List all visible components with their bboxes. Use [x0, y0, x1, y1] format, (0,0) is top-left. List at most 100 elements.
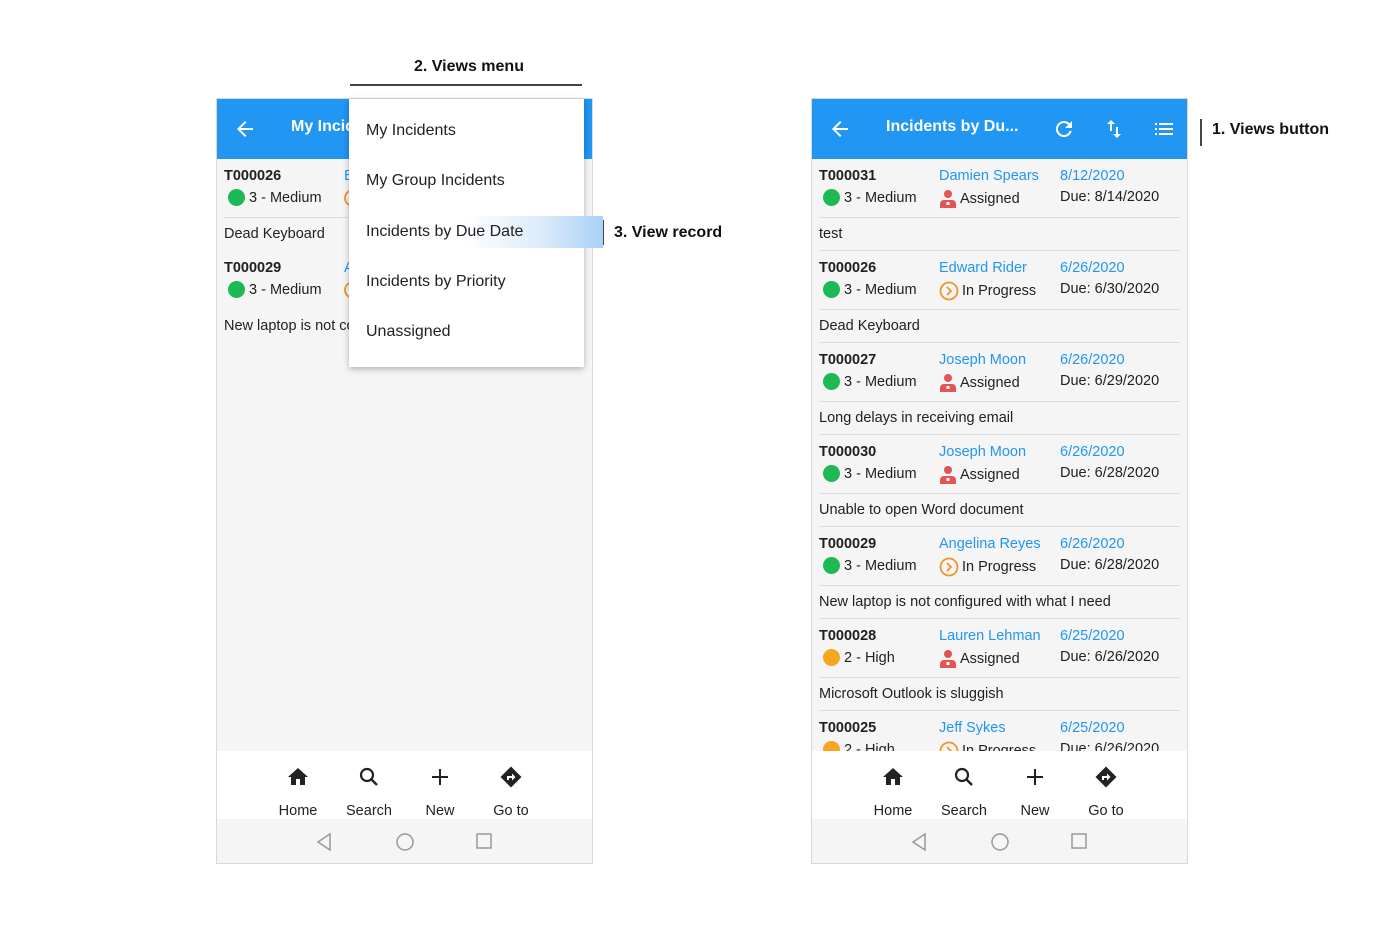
- opened-date: 6/25/2020: [1060, 720, 1125, 736]
- nav-goto-label: Go to: [493, 803, 529, 819]
- priority: 3 - Medium: [823, 281, 917, 298]
- nav-home-label: Home: [278, 803, 318, 819]
- divider: [819, 401, 1180, 402]
- views-menu-item-my-incidents[interactable]: My Incidents: [349, 115, 584, 147]
- priority-label: 2 - High: [844, 649, 895, 666]
- nav-new[interactable]: New: [1000, 751, 1070, 819]
- list-item[interactable]: T000026 3 - Medium Edward Rider In Progress…: [812, 251, 1187, 343]
- incident-number: T000028: [819, 628, 877, 644]
- state: Assigned: [939, 373, 1020, 393]
- priority-dot-icon: [823, 189, 840, 206]
- home-icon: [883, 768, 903, 785]
- priority: 3 - Medium: [823, 189, 917, 206]
- divider: [819, 677, 1180, 678]
- list-item[interactable]: T000029 3 - Medium Angelina Reyes In Progre…: [812, 527, 1187, 619]
- person-icon: [940, 466, 956, 484]
- incident-number: T000029: [224, 260, 282, 276]
- list-item[interactable]: T000025 2 - High Jeff Sykes In Progress 6/25…: [812, 711, 1187, 751]
- annotation-views-button: 1. Views button: [1212, 121, 1330, 138]
- list-item[interactable]: T000027 3 - Medium Joseph Moon Assigned 6/26…: [812, 343, 1187, 435]
- due-date: Due: 6/28/2020: [1060, 465, 1160, 481]
- nav-goto[interactable]: Go to: [476, 751, 546, 819]
- nav-home[interactable]: Home: [858, 751, 928, 819]
- system-back-icon[interactable]: [910, 832, 928, 852]
- assignee-link[interactable]: Edward Rider: [939, 260, 1027, 276]
- person-icon: [940, 650, 956, 668]
- system-home-icon[interactable]: [990, 832, 1010, 852]
- priority: 2 - High: [823, 649, 895, 666]
- views-list-icon[interactable]: [1152, 117, 1176, 141]
- list-item[interactable]: T000028 2 - High Lauren Lehman Assigned 6/25…: [812, 619, 1187, 711]
- opened-date: 6/25/2020: [1060, 628, 1125, 644]
- nav-new-label: New: [425, 803, 455, 819]
- sort-icon[interactable]: [1102, 117, 1126, 141]
- views-menu-item-my-group-incidents[interactable]: My Group Incidents: [349, 165, 584, 197]
- priority-label: 3 - Medium: [844, 557, 917, 574]
- incident-number: T000030: [819, 444, 877, 460]
- system-nav-bar: [217, 819, 592, 863]
- back-arrow-icon[interactable]: [233, 117, 257, 141]
- priority-label: 3 - Medium: [844, 373, 917, 390]
- assignee-link[interactable]: Joseph Moon: [939, 352, 1026, 368]
- assignee-link[interactable]: Damien Spears: [939, 168, 1039, 184]
- views-menu-item-incidents-by-due-date[interactable]: Incidents by Due Date: [349, 216, 603, 248]
- refresh-icon[interactable]: [1052, 117, 1076, 141]
- incident-number: T000029: [819, 536, 877, 552]
- nav-search[interactable]: Search: [334, 751, 404, 819]
- incident-description: Long delays in receiving email: [819, 410, 1014, 426]
- right-phone-screen: Incidents by Du... T000031 3 - Medium Dami…: [811, 98, 1188, 864]
- system-recents-icon[interactable]: [1070, 832, 1088, 850]
- priority-dot-icon: [823, 741, 840, 751]
- progress-icon: [939, 557, 959, 577]
- annotation-views-menu-line: [350, 84, 582, 86]
- list-item[interactable]: T000030 3 - Medium Joseph Moon Assigned 6/26…: [812, 435, 1187, 527]
- priority: 3 - Medium: [823, 373, 917, 390]
- incident-description: New laptop is not configured with what I…: [819, 594, 1111, 610]
- assignee-link[interactable]: Joseph Moon: [939, 444, 1026, 460]
- opened-date: 6/26/2020: [1060, 536, 1125, 552]
- state-label: Assigned: [960, 467, 1020, 483]
- incident-description: test: [819, 226, 843, 242]
- system-home-icon[interactable]: [395, 832, 415, 852]
- state: In Progress: [939, 281, 1036, 301]
- nav-home[interactable]: Home: [263, 751, 333, 819]
- due-date: Due: 6/30/2020: [1060, 281, 1160, 297]
- state: In Progress: [939, 557, 1036, 577]
- back-arrow-icon[interactable]: [828, 117, 852, 141]
- nav-goto[interactable]: Go to: [1071, 751, 1141, 819]
- incident-description: Dead Keyboard: [224, 226, 325, 242]
- priority: 3 - Medium: [228, 281, 322, 298]
- due-date: Due: 8/14/2020: [1060, 189, 1160, 205]
- views-menu-item-unassigned[interactable]: Unassigned: [349, 316, 584, 348]
- search-icon: [954, 767, 973, 786]
- priority-dot-icon: [228, 281, 245, 298]
- assignee-link[interactable]: Angelina Reyes: [939, 536, 1041, 552]
- priority-label: 3 - Medium: [844, 189, 917, 206]
- page-title: My Incidents: [291, 118, 351, 135]
- opened-date: 8/12/2020: [1060, 168, 1125, 184]
- views-menu-item-incidents-by-priority[interactable]: Incidents by Priority: [349, 266, 584, 298]
- system-nav-bar: [812, 819, 1187, 863]
- state-label: Assigned: [960, 651, 1020, 667]
- assignee-link[interactable]: Jeff Sykes: [939, 720, 1006, 736]
- system-recents-icon[interactable]: [475, 832, 493, 850]
- priority-label: 2 - High: [844, 741, 895, 752]
- search-icon: [359, 767, 378, 786]
- divider: [819, 585, 1180, 586]
- annotation-views-menu: 2. Views menu: [414, 58, 524, 75]
- list-item[interactable]: T000031 3 - Medium Damien Spears Assigned 8/…: [812, 159, 1187, 251]
- priority-dot-icon: [228, 189, 245, 206]
- system-back-icon[interactable]: [315, 832, 333, 852]
- priority-label: 3 - Medium: [844, 465, 917, 482]
- bottom-nav: Home Search New Go to: [812, 751, 1187, 819]
- divider: [819, 493, 1180, 494]
- nav-search[interactable]: Search: [929, 751, 999, 819]
- assignee-link[interactable]: Lauren Lehman: [939, 628, 1041, 644]
- incident-number: T000026: [819, 260, 877, 276]
- state-label: In Progress: [962, 559, 1037, 575]
- priority-label: 3 - Medium: [844, 281, 917, 298]
- divider: [819, 309, 1180, 310]
- nav-new[interactable]: New: [405, 751, 475, 819]
- state: In Progress: [939, 741, 1036, 751]
- incident-description: Unable to open Word document: [819, 502, 1024, 518]
